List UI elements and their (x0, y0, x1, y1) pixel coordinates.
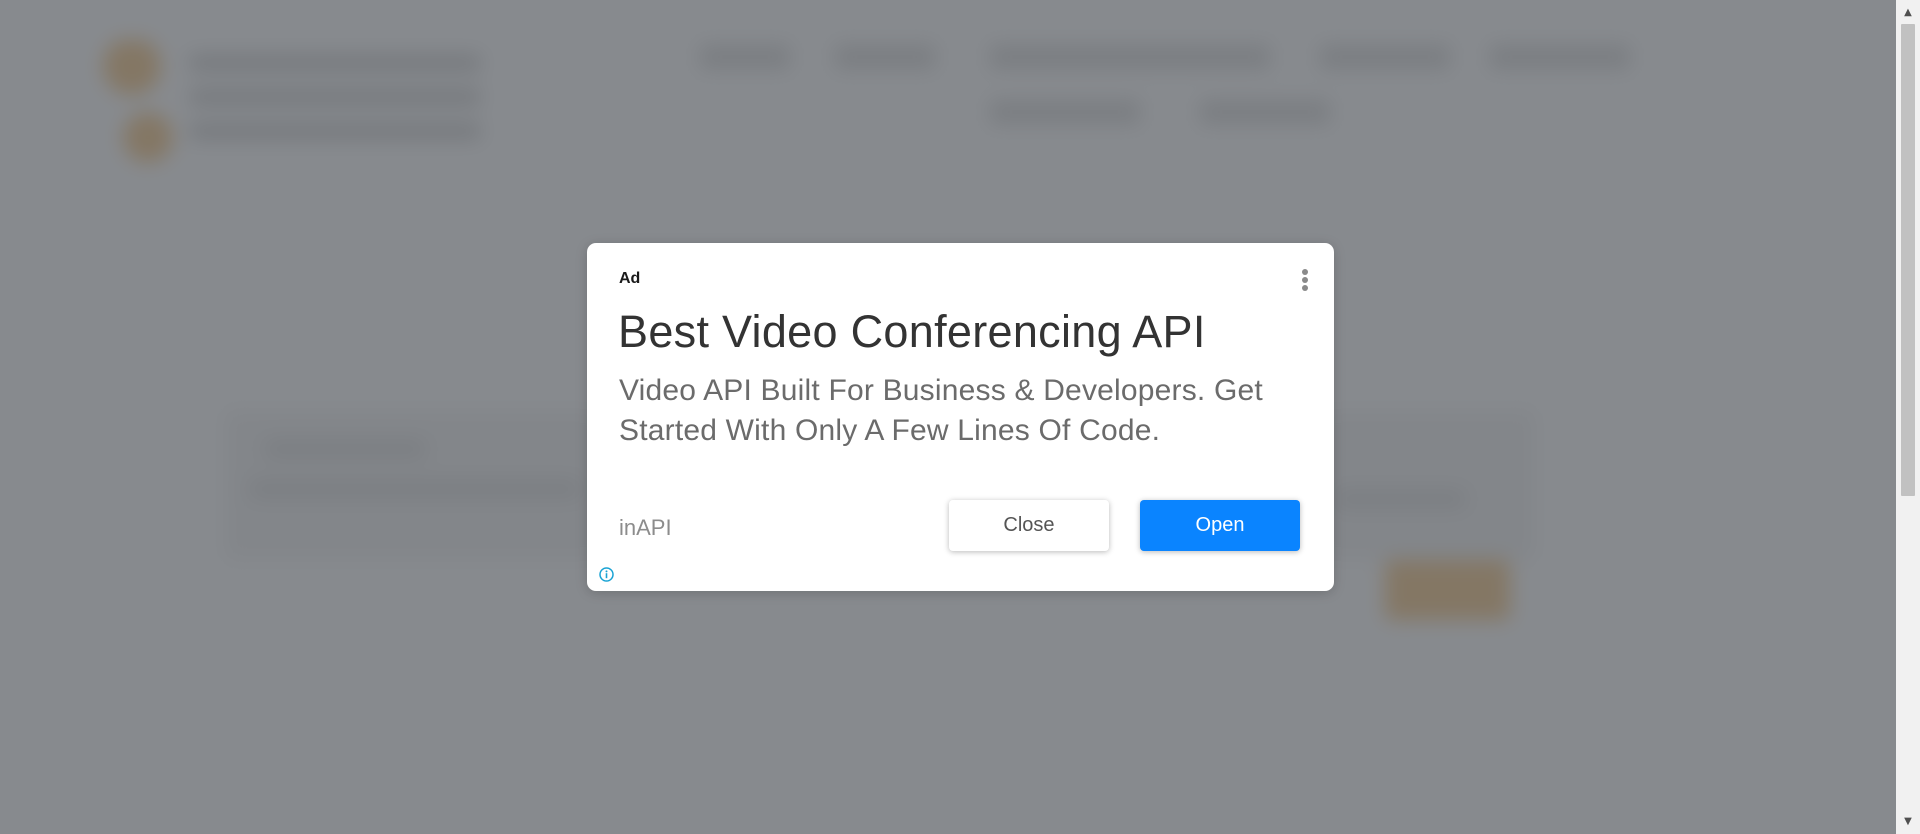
vertical-scrollbar[interactable]: ▲ ▼ (1896, 0, 1920, 834)
info-icon[interactable] (599, 567, 614, 582)
ad-description: Video API Built For Business & Developer… (619, 374, 1263, 447)
scroll-down-icon[interactable]: ▼ (1896, 813, 1920, 830)
ad-dialog: Ad Best Video Conferencing API Video API… (587, 243, 1334, 591)
open-button[interactable]: Open (1140, 500, 1300, 551)
ad-advertiser-name: inAPI (619, 515, 672, 540)
ad-label: Ad (619, 270, 641, 287)
vertical-dots-icon[interactable] (1300, 267, 1310, 295)
ad-headline[interactable]: Best Video Conferencing API (618, 306, 1318, 358)
scroll-up-icon[interactable]: ▲ (1896, 4, 1920, 21)
close-button[interactable]: Close (949, 500, 1109, 551)
scrollbar-thumb[interactable] (1901, 24, 1915, 496)
